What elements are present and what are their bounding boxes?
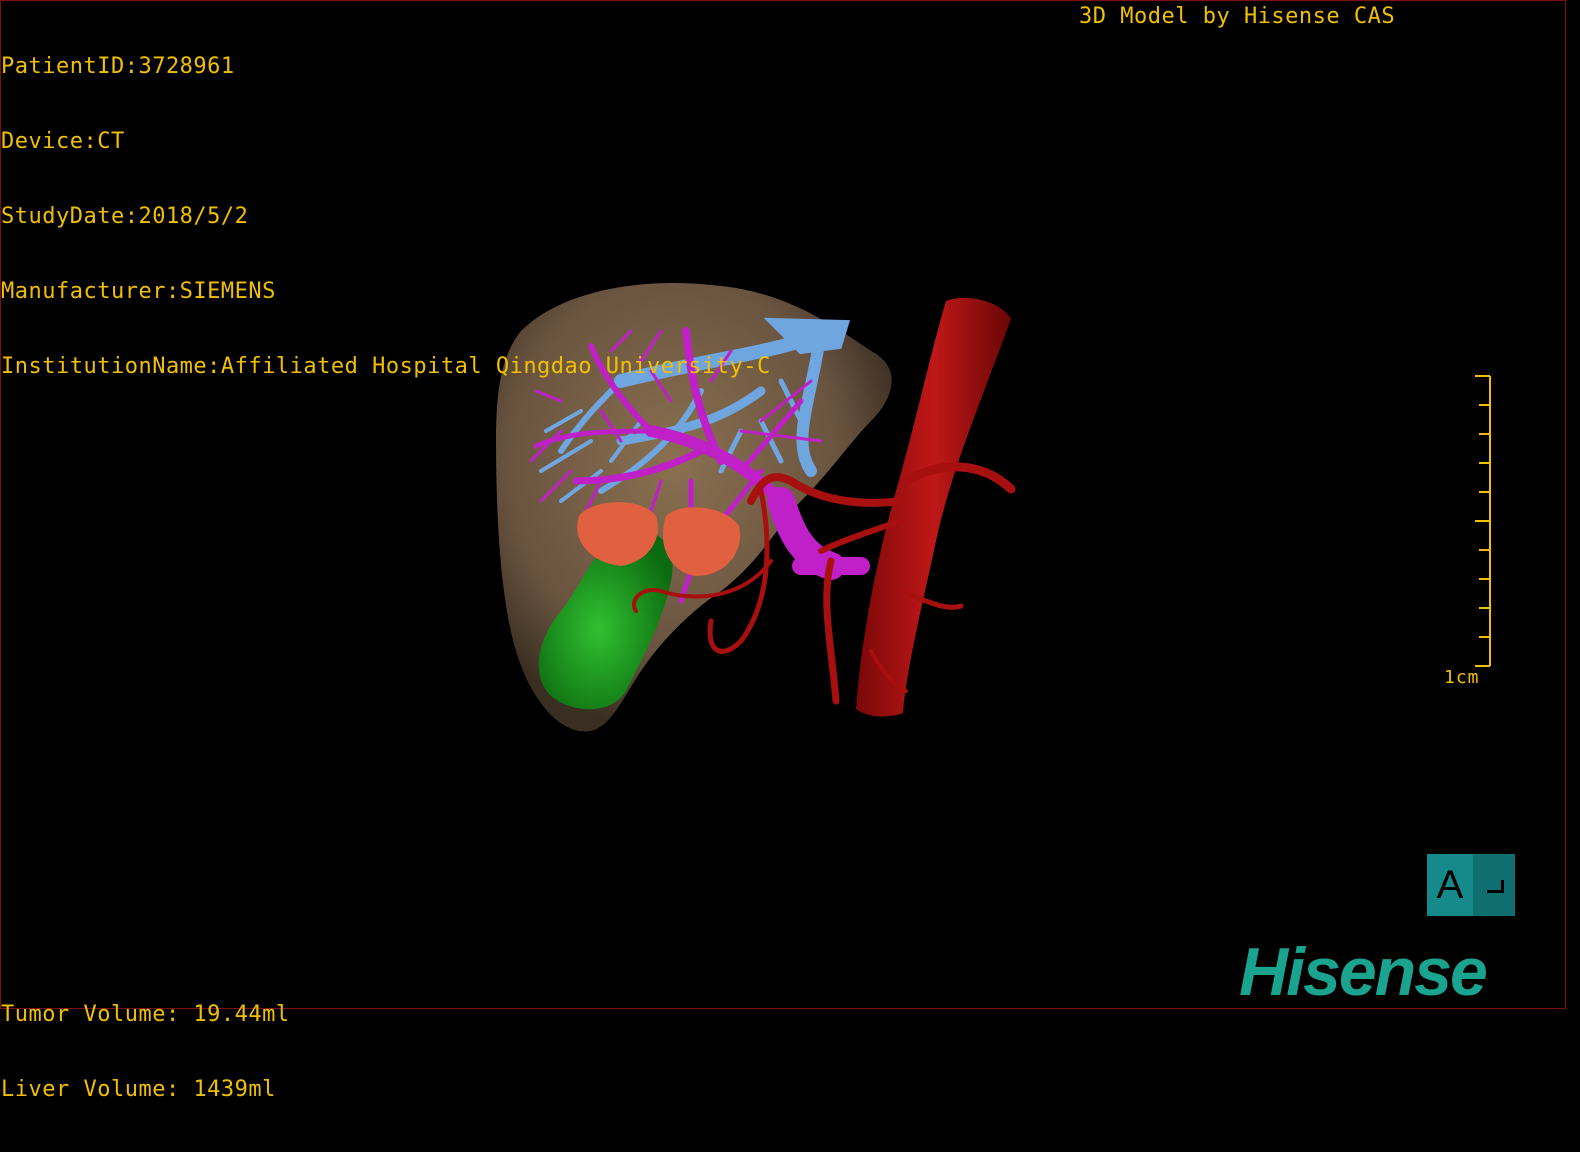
model-credit: 3D Model by Hisense CAS — [1079, 4, 1396, 29]
study-date: StudyDate:2018/5/2 — [1, 204, 249, 229]
3d-viewport[interactable]: PatientID:3728961 Device:CT StudyDate:20… — [0, 0, 1566, 1102]
institution-name: InstitutionName:Affiliated Hospital Qing… — [1, 354, 771, 379]
orientation-side-glyph-icon — [1487, 880, 1504, 893]
patient-info-overlay: PatientID:3728961 Device:CT StudyDate:20… — [1, 4, 771, 429]
patient-id: PatientID:3728961 — [1, 54, 235, 79]
tumor-volume: Tumor Volume: 19.44ml — [1, 1002, 290, 1027]
orientation-cube[interactable]: A — [1427, 854, 1515, 916]
orientation-anterior-face[interactable]: A — [1427, 854, 1473, 916]
manufacturer: Manufacturer:SIEMENS — [1, 279, 276, 304]
scale-bar-label: 1cm — [1444, 667, 1480, 688]
liver-volume: Liver Volume: 1439ml — [1, 1077, 276, 1102]
hisense-logo: Hisense — [1239, 934, 1488, 1010]
orientation-side-face[interactable] — [1473, 854, 1515, 916]
volume-overlay: Tumor Volume: 19.44ml Liver Volume: 1439… — [1, 952, 290, 1152]
hisense-logo-text: Hisense — [1239, 934, 1488, 1010]
scale-bar — [1475, 375, 1491, 667]
device: Device:CT — [1, 129, 125, 154]
